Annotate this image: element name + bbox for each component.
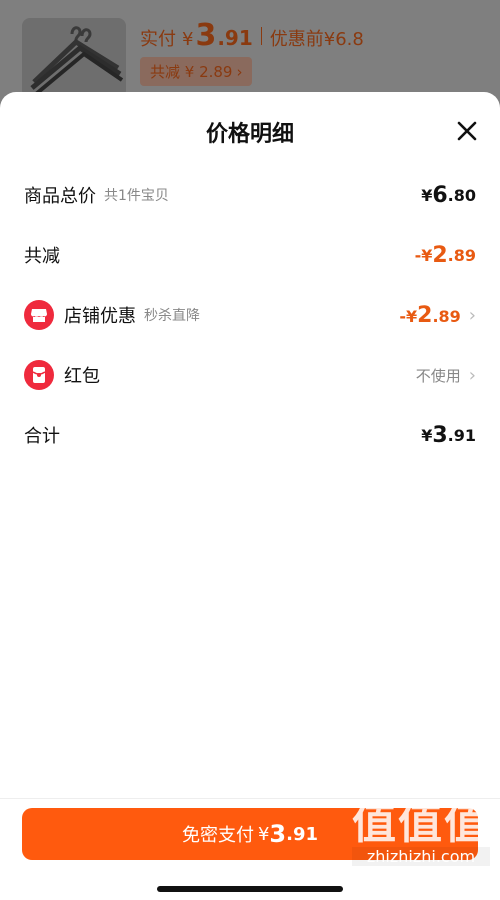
- row-sublabel: 秒杀直降: [144, 308, 200, 324]
- amount-integer: 3: [432, 422, 448, 448]
- currency-symbol: -¥: [414, 245, 433, 265]
- home-indicator: [157, 886, 343, 892]
- row-label: 合计: [24, 426, 60, 447]
- sum-amount: ¥3.91: [421, 423, 476, 448]
- currency-symbol: -¥: [399, 306, 418, 326]
- paid-currency: ¥: [182, 29, 194, 50]
- currency-symbol: ¥: [421, 185, 433, 205]
- red-packet-status: 不使用: [415, 366, 461, 385]
- watermark: 值值值 zhizhizhi.com: [352, 801, 490, 866]
- pay-decimal: .91: [286, 823, 319, 845]
- amount-decimal: .80: [447, 185, 476, 205]
- row-total-reduction: 共减 -¥ 2.89: [24, 238, 476, 272]
- discount-chip: 共减 ¥ 2.89 ›: [140, 57, 253, 86]
- product-thumbnail: [22, 18, 126, 98]
- row-shop-discount[interactable]: 店铺优惠 秒杀直降 -¥2.89 ›: [24, 298, 476, 332]
- close-button[interactable]: [454, 118, 480, 144]
- chevron-right-icon: ›: [468, 364, 476, 386]
- row-sublabel: 共1件宝贝: [104, 188, 169, 204]
- pay-button-label: 免密支付: [181, 825, 254, 846]
- amount-decimal: .89: [432, 306, 461, 326]
- pay-currency: ¥: [257, 823, 270, 845]
- chevron-right-icon: ›: [236, 63, 243, 81]
- shop-discount-amount: -¥2.89: [399, 303, 460, 328]
- shop-discount-value: -¥2.89 ›: [399, 303, 476, 328]
- paid-integer: 3: [195, 18, 218, 53]
- row-goods-total: 商品总价 共1件宝贝 ¥6.80: [24, 178, 476, 212]
- watermark-url: zhizhizhi.com: [352, 847, 490, 866]
- row-label: 店铺优惠: [64, 306, 136, 327]
- goods-total-amount: ¥6.80: [421, 183, 476, 208]
- amount-decimal: .89: [447, 245, 476, 265]
- row-label: 红包: [64, 366, 100, 387]
- paid-decimal: .91: [217, 26, 253, 50]
- row-label: 共减: [24, 246, 60, 267]
- row-red-packet[interactable]: 红包 不使用 ›: [24, 358, 476, 392]
- original-price: 优惠前¥6.8: [269, 29, 364, 50]
- divider: [260, 26, 262, 45]
- sheet-title: 价格明细: [205, 122, 294, 147]
- reduction-amount: -¥ 2.89: [415, 243, 476, 268]
- pay-integer: 3: [269, 820, 287, 848]
- price-detail-sheet: 价格明细 商品总价 共1件宝贝 ¥6.80 共减 -¥ 2.89 店铺优惠 秒杀直…: [0, 92, 500, 900]
- paid-label: 实付: [140, 29, 176, 50]
- background-price-info: 实付 ¥ 3 .91 优惠前¥6.8 共减 ¥ 2.89 ›: [140, 18, 364, 86]
- hanger-image: [30, 26, 124, 96]
- close-icon: [457, 121, 477, 141]
- amount-decimal: .91: [447, 425, 476, 445]
- red-packet-icon: [24, 360, 54, 390]
- currency-symbol: ¥: [421, 425, 433, 445]
- shop-icon: [24, 300, 54, 330]
- row-sum: 合计 ¥3.91: [24, 418, 476, 452]
- row-label: 商品总价: [24, 186, 96, 207]
- red-packet-value: 不使用 ›: [416, 365, 476, 386]
- amount-integer: 2: [417, 302, 433, 328]
- amount-integer: 2: [432, 242, 448, 268]
- amount-integer: 6: [432, 182, 448, 208]
- watermark-logo: 值值值: [352, 798, 490, 849]
- discount-chip-text: 共减 ¥ 2.89: [150, 63, 233, 81]
- chevron-right-icon: ›: [468, 304, 476, 326]
